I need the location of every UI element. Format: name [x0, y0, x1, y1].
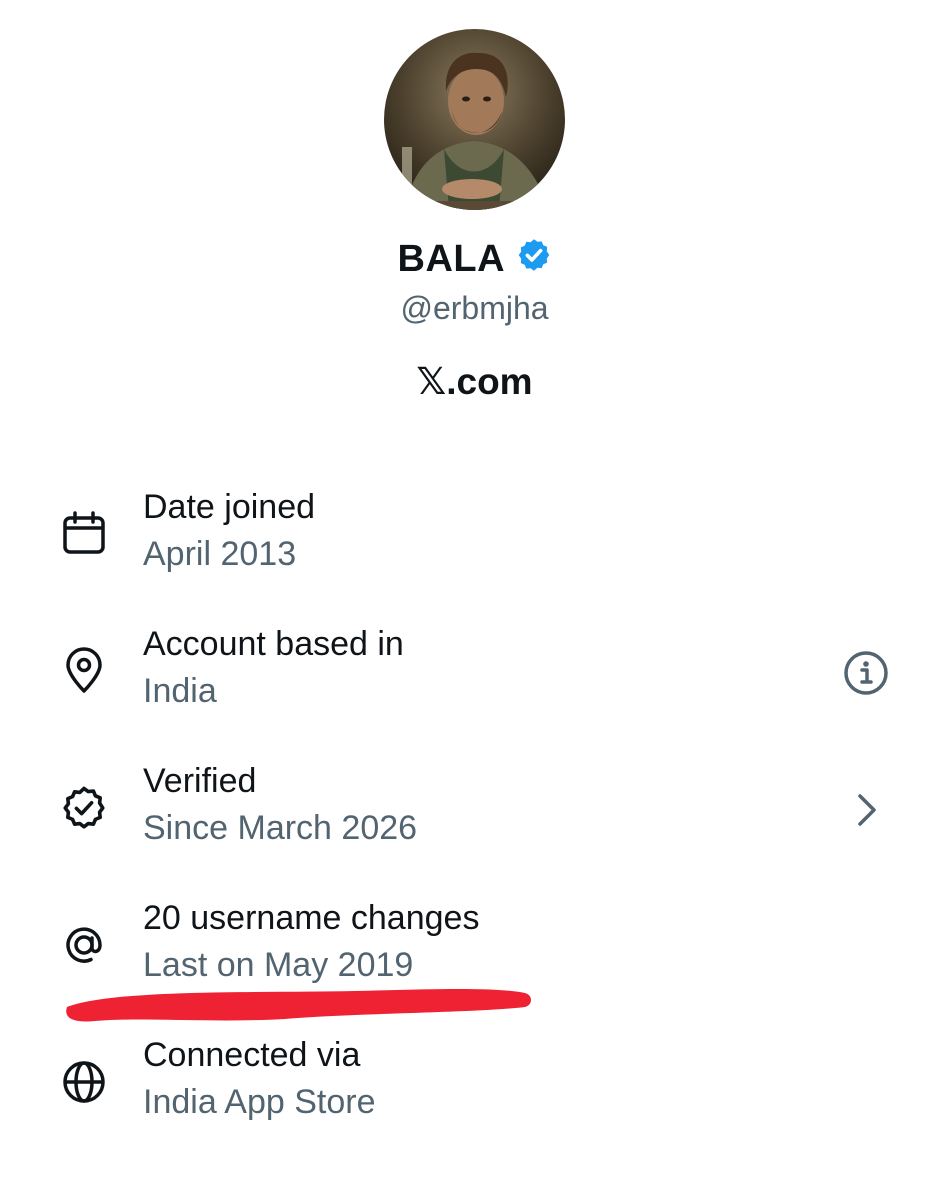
profile-name: BALA — [397, 238, 506, 280]
row-title: 20 username changes — [143, 899, 480, 937]
at-sign-icon — [60, 921, 108, 969]
row-title: Connected via — [143, 1036, 361, 1074]
location-pin-icon — [60, 647, 108, 695]
globe-icon — [60, 1058, 108, 1106]
profile-photo — [384, 29, 565, 210]
row-title: Account based in — [143, 625, 404, 663]
row-verified[interactable]: Verified Since March 2026 — [0, 762, 949, 872]
row-connected-via: Connected via India App Store — [0, 1036, 949, 1146]
row-value: India — [143, 672, 217, 710]
row-value: Last on May 2019 — [143, 946, 414, 984]
row-value: India App Store — [143, 1083, 376, 1121]
row-value: April 2013 — [143, 535, 297, 573]
profile-name-row: BALA — [0, 238, 949, 286]
avatar[interactable] — [384, 29, 565, 210]
row-date-joined: Date joined April 2013 — [0, 488, 949, 598]
row-title: Date joined — [143, 488, 316, 526]
row-username-changes: 20 username changes Last on May 2019 — [0, 899, 949, 1009]
row-value: Since March 2026 — [143, 809, 418, 847]
info-icon[interactable] — [840, 647, 892, 699]
platform-label: 𝕏.com — [416, 361, 533, 402]
row-title: Verified — [143, 762, 257, 800]
row-account-based-in: Account based in India — [0, 625, 949, 735]
verified-badge-icon — [60, 784, 108, 832]
profile-handle: @erbmjha — [400, 290, 549, 326]
chevron-right-icon[interactable] — [840, 784, 892, 836]
verified-badge-icon — [516, 237, 552, 278]
calendar-icon — [60, 510, 108, 558]
